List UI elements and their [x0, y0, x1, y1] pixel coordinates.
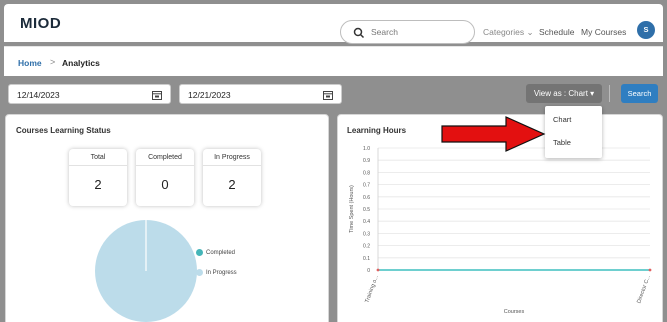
search-box[interactable]: Search — [340, 20, 475, 44]
stat-value: 2 — [94, 177, 102, 192]
status-pie-chart — [95, 220, 197, 322]
search-icon — [353, 27, 365, 39]
y-tick-label: 0.4 — [363, 219, 370, 225]
stat-value: 0 — [161, 177, 169, 192]
start-date-field[interactable]: 12/14/2023 — [8, 84, 171, 104]
x-axis-label: Courses — [504, 309, 525, 315]
annotation-arrow-icon — [441, 116, 546, 152]
y-axis-label: Time Spent (Hours) — [349, 185, 355, 233]
y-tick-label: 0.5 — [363, 207, 370, 213]
end-date-value: 12/21/2023 — [188, 90, 231, 100]
toolbar-divider — [609, 85, 610, 102]
stat-label: Completed — [136, 149, 194, 166]
y-tick-label: 0.2 — [363, 244, 370, 250]
x-tick-label: Training o... — [364, 274, 380, 304]
y-tick-label: 0.3 — [363, 231, 370, 237]
calendar-icon[interactable] — [152, 90, 162, 100]
view-as-dropdown-button[interactable]: View as : Chart ▾ — [526, 84, 602, 103]
legend-label: In Progress — [206, 270, 237, 277]
data-point — [376, 268, 380, 272]
menu-item-table[interactable]: Table — [553, 138, 571, 147]
calendar-icon[interactable] — [323, 90, 333, 100]
app-logo[interactable]: MIOD — [20, 15, 61, 32]
legend-in-progress[interactable]: In Progress — [196, 269, 237, 276]
nav-schedule[interactable]: Schedule — [539, 27, 574, 37]
end-date-field[interactable]: 12/21/2023 — [179, 84, 342, 104]
y-tick-label: 0.1 — [363, 256, 370, 262]
y-tick-label: 1.0 — [363, 146, 370, 152]
y-tick-label: 0.8 — [363, 170, 370, 176]
menu-item-chart[interactable]: Chart — [553, 115, 571, 124]
y-tick-label: 0.9 — [363, 158, 370, 164]
view-as-menu: Chart Table — [545, 106, 602, 158]
stat-label: In Progress — [203, 149, 261, 166]
nav-categories[interactable]: Categories ⌄ — [483, 27, 534, 38]
chart-title: Learning Hours — [347, 126, 407, 135]
legend-completed[interactable]: Completed — [196, 249, 235, 256]
top-navbar: MIOD Search Categories ⌄ Schedule My Cou… — [4, 4, 663, 44]
stat-completed: Completed 0 — [136, 149, 194, 206]
x-tick-label: Director C... — [636, 274, 652, 304]
stat-label: Total — [69, 149, 127, 166]
y-tick-label: 0.7 — [363, 183, 370, 189]
breadcrumb-separator: > — [50, 57, 56, 67]
legend-swatch — [196, 249, 203, 256]
breadcrumb-current: Analytics — [62, 58, 100, 68]
data-point — [648, 268, 652, 272]
breadcrumb-home[interactable]: Home — [18, 58, 42, 68]
nav-my-courses[interactable]: My Courses — [581, 27, 626, 37]
stat-in-progress: In Progress 2 — [203, 149, 261, 206]
stat-value: 2 — [228, 177, 236, 192]
breadcrumb: Home > Analytics — [4, 46, 663, 76]
stat-total: Total 2 — [69, 149, 127, 206]
courses-status-card: Courses Learning Status Total 2 Complete… — [5, 114, 329, 322]
legend-swatch — [196, 269, 203, 276]
y-tick-label: 0 — [367, 268, 370, 274]
courses-status-title: Courses Learning Status — [16, 126, 111, 135]
search-input[interactable]: Search — [371, 27, 398, 37]
y-tick-label: 0.6 — [363, 195, 370, 201]
start-date-value: 12/14/2023 — [17, 90, 60, 100]
legend-label: Completed — [206, 250, 236, 257]
search-button[interactable]: Search — [621, 84, 658, 103]
user-avatar[interactable]: S — [637, 21, 655, 39]
